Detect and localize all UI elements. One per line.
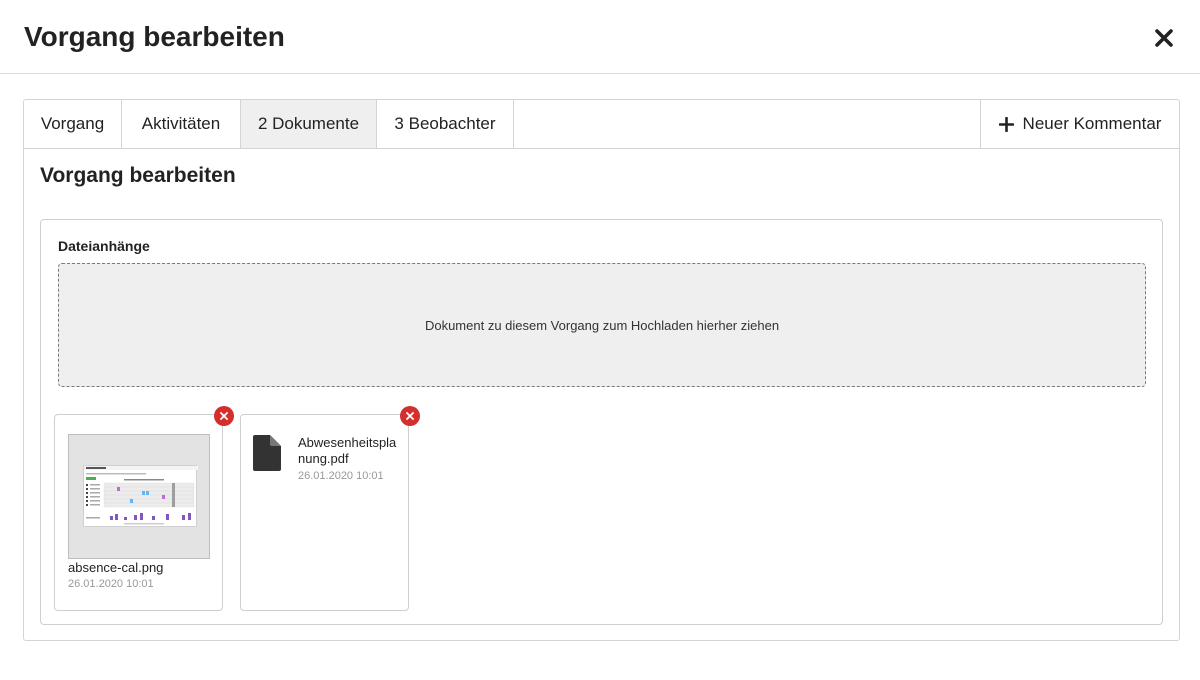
new-comment-button[interactable]: Neuer Kommentar [980,100,1179,148]
dropzone-text: Dokument zu diesem Vorgang zum Hochladen… [424,317,780,333]
attachments-label: Dateianhänge [58,238,150,254]
tab-vorgang[interactable]: Vorgang [24,100,122,148]
modal-header: Vorgang bearbeiten [0,0,1200,74]
remove-icon [220,412,228,420]
new-comment-label: Neuer Kommentar [1022,114,1162,133]
document-icon [253,435,281,471]
attachments-box: Dateianhänge Dokument zu diesem Vorgang … [40,219,1163,625]
upload-dropzone[interactable]: Dokument zu diesem Vorgang zum Hochladen… [58,263,1146,387]
thumbnail-preview [83,465,198,527]
file-name[interactable]: absence-cal.png [68,560,163,576]
remove-attachment-button[interactable] [400,406,420,426]
image-thumbnail[interactable] [68,434,210,559]
plus-icon [998,116,1014,132]
remove-icon [406,412,414,420]
close-icon [1155,29,1173,47]
modal-title: Vorgang bearbeiten [24,21,285,52]
tab-dokumente[interactable]: 2 Dokumente [241,100,377,148]
file-name[interactable]: Abwesenheitsplanung.pdf [298,435,400,467]
file-date: 26.01.2020 10:01 [68,578,154,590]
section-title: Vorgang bearbeiten [40,164,236,187]
attachment-card[interactable]: Abwesenheitsplanung.pdf 26.01.2020 10:01 [240,406,420,611]
tab-bar: Vorgang Aktivitäten 2 Dokumente 3 Beobac… [24,100,1179,149]
tab-aktivitaeten[interactable]: Aktivitäten [122,100,241,148]
edit-panel: Vorgang Aktivitäten 2 Dokumente 3 Beobac… [23,99,1180,641]
tab-beobachter[interactable]: 3 Beobachter [377,100,514,148]
attachment-card[interactable]: absence-cal.png 26.01.2020 10:01 [54,406,234,611]
close-button[interactable] [1150,24,1178,52]
remove-attachment-button[interactable] [214,406,234,426]
file-date: 26.01.2020 10:01 [298,470,384,482]
